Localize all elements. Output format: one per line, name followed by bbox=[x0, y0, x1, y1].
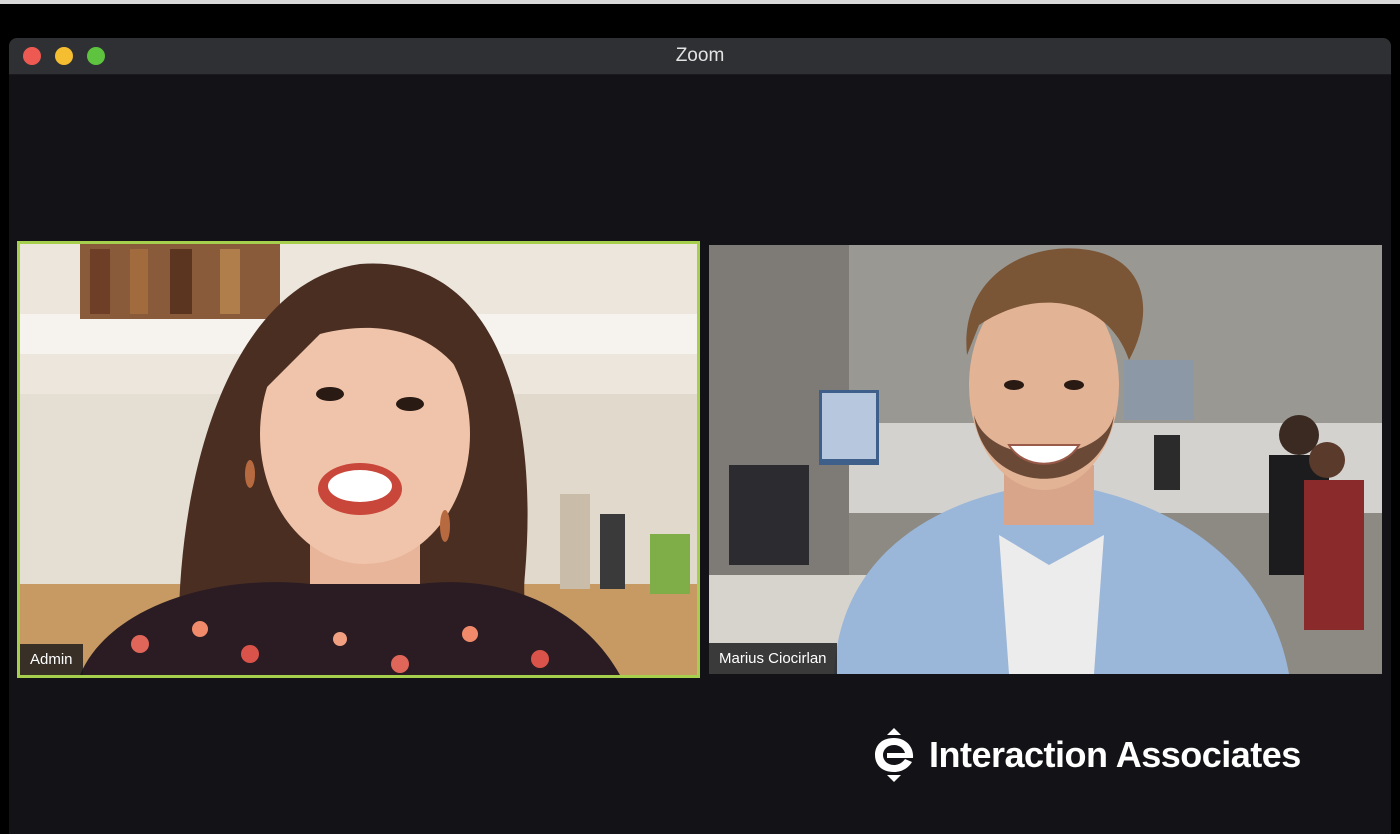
interaction-associates-branding: Interaction Associates bbox=[871, 722, 1351, 782]
interaction-associates-logo-icon bbox=[875, 728, 914, 782]
video-tile-marius-ciocirlan[interactable]: Marius Ciocirlan bbox=[709, 245, 1382, 674]
admin-video-feed bbox=[20, 244, 697, 675]
branding-text: Interaction Associates bbox=[929, 734, 1301, 775]
participant-name-label: Admin bbox=[20, 644, 83, 675]
zoom-window: Zoom Admin Marius Ciocirlan Interaction … bbox=[9, 38, 1391, 834]
screen-top-strip bbox=[0, 0, 1400, 4]
marius-video-feed bbox=[709, 245, 1382, 674]
window-titlebar[interactable]: Zoom bbox=[9, 38, 1391, 75]
participant-name-label: Marius Ciocirlan bbox=[709, 643, 837, 674]
window-title: Zoom bbox=[675, 45, 725, 66]
video-tile-admin[interactable]: Admin bbox=[17, 241, 700, 678]
